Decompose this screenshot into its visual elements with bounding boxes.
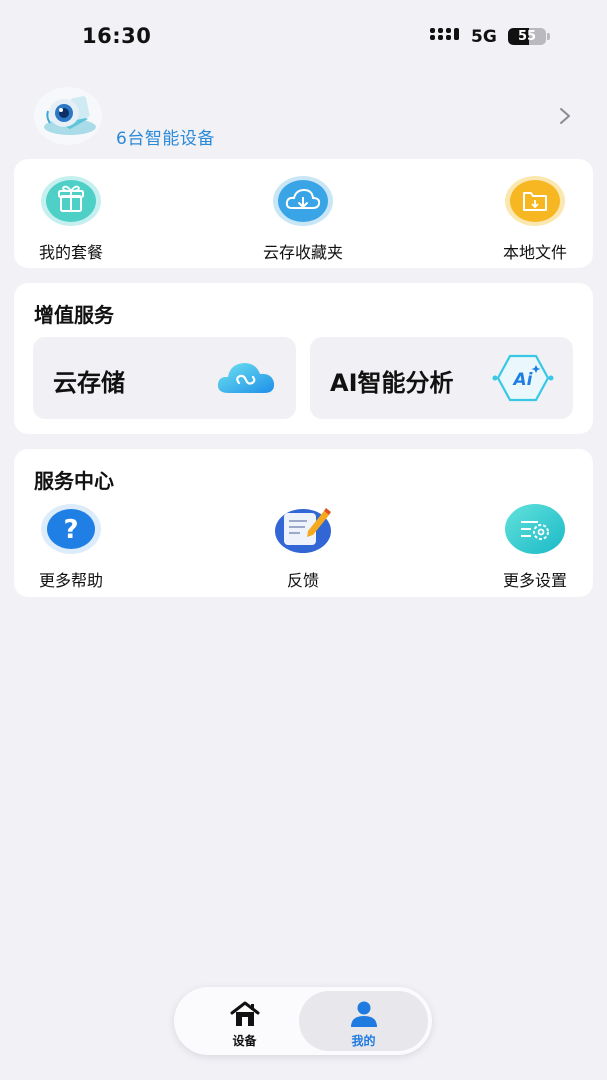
tab-devices[interactable]: 设备 xyxy=(180,991,309,1051)
ai-analysis-tile[interactable]: AI智能分析 Ai xyxy=(310,337,573,419)
chevron-right-icon[interactable] xyxy=(557,106,573,126)
device-count: 6台智能设备 xyxy=(116,129,215,149)
my-package-button[interactable]: 我的套餐 xyxy=(1,175,141,263)
more-help-label: 更多帮助 xyxy=(38,571,103,590)
tab-devices-label: 设备 xyxy=(232,1034,257,1048)
gift-icon xyxy=(41,176,101,226)
more-settings-button[interactable]: 更多设置 xyxy=(465,503,605,591)
service-center-title: 服务中心 xyxy=(34,469,114,493)
battery-icon: 55 xyxy=(508,28,546,45)
cloud-favorites-label: 云存收藏夹 xyxy=(262,243,343,262)
folder-icon xyxy=(505,176,565,226)
local-files-label: 本地文件 xyxy=(502,243,567,262)
cloud-storage-label: 云存储 xyxy=(53,369,125,397)
network-type: 5G xyxy=(471,27,497,47)
signal-icon xyxy=(430,28,462,44)
local-files-button[interactable]: 本地文件 xyxy=(465,175,605,263)
status-bar: 16:30 5G 55 xyxy=(0,0,607,70)
cloud-favorites-button[interactable]: 云存收藏夹 xyxy=(233,175,373,263)
more-settings-label: 更多设置 xyxy=(502,571,567,590)
svg-text:?: ? xyxy=(63,515,78,545)
value-added-title: 增值服务 xyxy=(34,303,114,327)
battery-cap xyxy=(547,33,550,40)
camera-avatar-icon xyxy=(44,96,96,135)
help-icon: ? xyxy=(41,504,101,554)
person-icon xyxy=(350,1001,377,1027)
quick-actions-card: 我的套餐 云存收藏夹 本地文件 xyxy=(14,159,593,268)
svg-text:Ai: Ai xyxy=(512,370,534,390)
ai-chip-icon: Ai xyxy=(492,354,554,402)
battery-level: 55 xyxy=(517,29,537,44)
status-time: 16:30 xyxy=(82,24,152,48)
tab-mine[interactable]: 我的 xyxy=(299,991,428,1051)
bottom-tab-bar: 设备 我的 xyxy=(174,987,432,1055)
value-added-card: 增值服务 云存储 AI智能分析 Ai xyxy=(14,283,593,434)
ai-analysis-label: AI智能分析 xyxy=(330,369,454,397)
cloud-storage-tile[interactable]: 云存储 xyxy=(33,337,296,419)
tab-mine-label: 我的 xyxy=(351,1034,376,1048)
profile-row[interactable]: 6台智能设备 xyxy=(0,80,607,152)
more-help-button[interactable]: ? 更多帮助 xyxy=(1,503,141,591)
service-center-card: 服务中心 ? 更多帮助 反馈 更多设置 xyxy=(14,449,593,597)
cloud-download-icon xyxy=(273,176,333,226)
feedback-label: 反馈 xyxy=(286,571,319,590)
avatar[interactable] xyxy=(34,87,102,145)
home-icon xyxy=(230,1001,259,1026)
feedback-icon xyxy=(275,508,331,553)
mine-screen: 16:30 5G 55 6台智能设备 我的套餐 云存收藏夹 本地文件 增值服务 … xyxy=(0,0,607,1080)
cloud-storage-icon xyxy=(217,363,275,393)
settings-icon xyxy=(505,504,565,554)
my-package-label: 我的套餐 xyxy=(38,243,103,262)
feedback-button[interactable]: 反馈 xyxy=(233,503,373,591)
